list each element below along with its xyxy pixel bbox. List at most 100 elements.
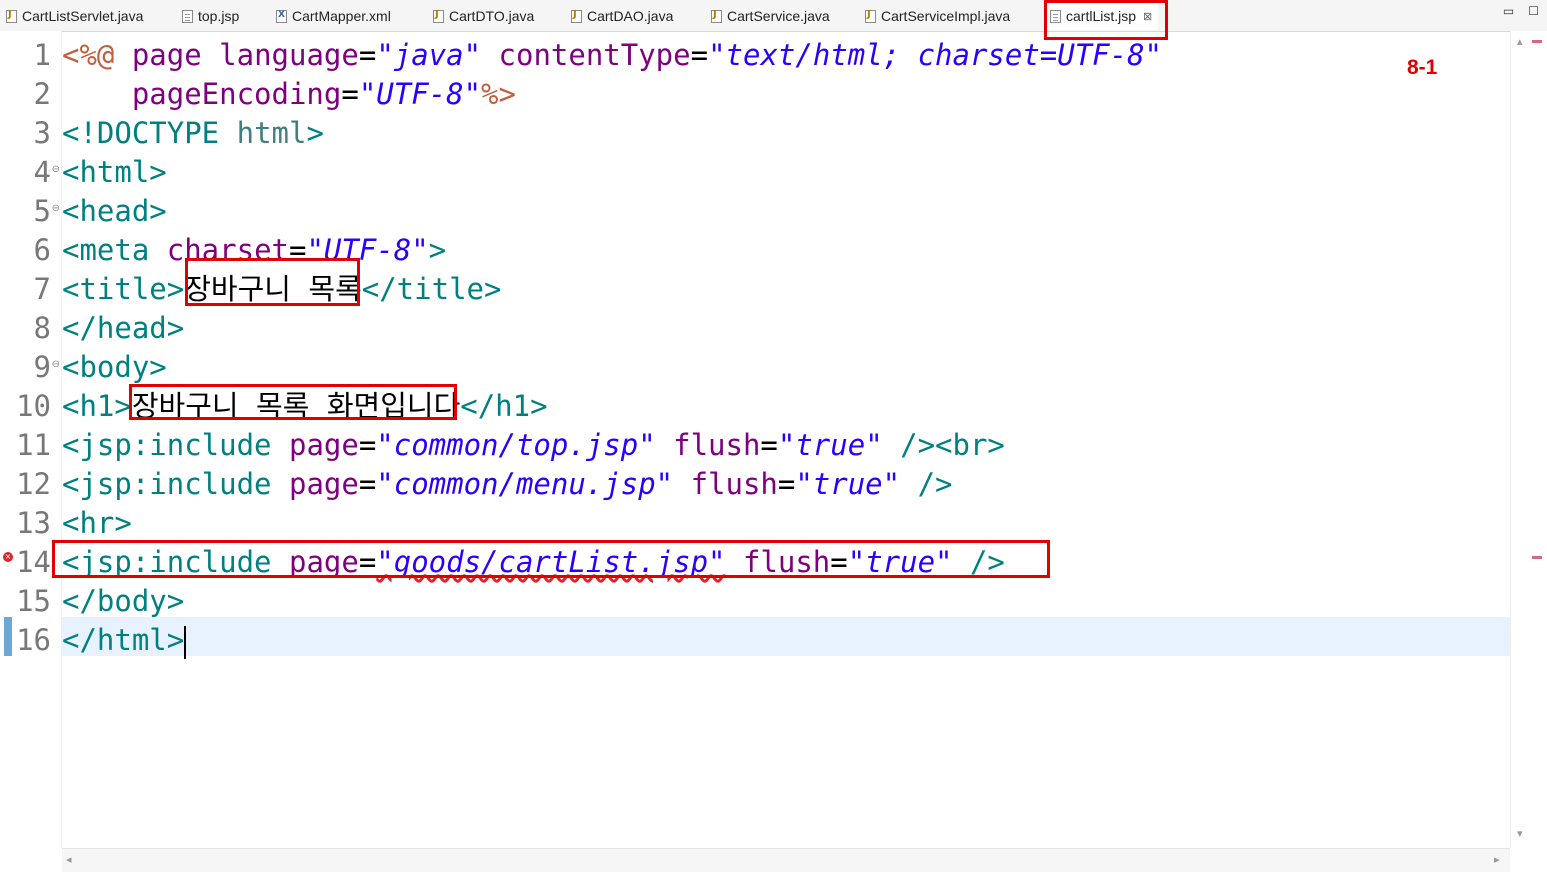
jsp-directive: %> <box>481 77 516 111</box>
code-token: page <box>288 467 359 501</box>
code-line-13: <hr> <box>62 504 132 543</box>
minimize-icon[interactable]: ▭ <box>1503 4 1514 18</box>
code-line-9: <body> <box>62 348 167 387</box>
code-token: <jsp:include <box>62 428 289 462</box>
line-number: 3 <box>33 116 51 150</box>
scroll-left-icon[interactable]: ◂ <box>66 853 72 866</box>
java-file-icon <box>711 9 722 23</box>
line-number: 12 <box>16 467 51 501</box>
window-buttons: ▭ ☐ <box>1503 4 1539 18</box>
vertical-scrollbar[interactable]: ▴ ▾ <box>1510 31 1547 848</box>
java-file-icon <box>6 9 17 23</box>
code-token: <!DOCTYPE <box>62 116 237 150</box>
code-line-11: <jsp:include page="common/top.jsp" flush… <box>62 426 1005 465</box>
tab-label: top.jsp <box>198 8 240 24</box>
code-token: language <box>219 38 359 72</box>
fold-toggle-icon[interactable]: ⊖ <box>52 203 60 214</box>
tab-label: CartServiceImpl.java <box>881 8 1011 24</box>
error-overview-marker[interactable] <box>1532 556 1542 559</box>
line-number: 4 <box>33 155 51 189</box>
line-number: 9 <box>33 350 51 384</box>
tab-cartlistservlet[interactable]: CartListServlet.java <box>6 2 143 30</box>
code-token: "common/menu.jsp" <box>376 467 674 501</box>
code-line-3: <!DOCTYPE html> <box>62 114 324 153</box>
code-token: </head> <box>62 311 185 345</box>
xml-file-icon <box>276 9 287 23</box>
code-token: <body> <box>62 350 167 384</box>
code-editor[interactable]: <%@ page language="java" contentType="te… <box>62 31 1510 848</box>
code-token: = <box>760 428 778 462</box>
code-token: "common/top.jsp" <box>376 428 656 462</box>
code-token: <title> <box>62 272 185 306</box>
java-file-icon <box>865 9 876 23</box>
code-token: "text/html; charset=UTF-8" <box>708 38 1163 72</box>
tab-cartdto[interactable]: CartDTO.java <box>433 2 534 30</box>
tab-top-jsp[interactable]: top.jsp <box>182 2 239 30</box>
highlight-box-title <box>185 258 360 306</box>
code-token: page <box>114 38 220 72</box>
code-token: html <box>236 116 307 150</box>
maximize-icon[interactable]: ☐ <box>1528 4 1539 18</box>
line-number: 11 <box>16 428 51 462</box>
code-token: </h1> <box>460 389 548 423</box>
tab-cartmapper[interactable]: CartMapper.xml <box>276 2 391 30</box>
code-token: = <box>777 467 796 501</box>
code-token: <html> <box>62 155 167 189</box>
code-token: "UTF-8" <box>358 77 482 111</box>
code-token: <hr> <box>62 506 132 540</box>
code-token: flush <box>655 428 761 462</box>
jsp-file-icon <box>182 9 193 23</box>
line-number: 14 <box>16 545 51 579</box>
text-caret <box>184 625 187 659</box>
line-number: 8 <box>33 311 51 345</box>
fold-toggle-icon[interactable]: ⊖ <box>52 164 60 175</box>
line-number: 5 <box>33 194 51 228</box>
overview-marker[interactable] <box>1532 40 1542 43</box>
code-line-12: <jsp:include page="common/menu.jsp" flus… <box>62 465 953 504</box>
code-token: <h1> <box>62 389 132 423</box>
current-line-marker <box>4 617 12 656</box>
highlight-box-heading <box>129 384 457 420</box>
error-marker-icon[interactable]: × <box>3 552 13 562</box>
code-token: = <box>358 467 377 501</box>
code-token: "java" <box>376 38 482 72</box>
code-token: "true" <box>777 428 883 462</box>
code-token: <jsp:include <box>62 467 289 501</box>
tab-label: CartMapper.xml <box>292 8 391 24</box>
tab-label: CartService.java <box>727 8 830 24</box>
code-token: > <box>306 116 324 150</box>
line-number: 16 <box>16 623 51 657</box>
highlight-box-tab <box>1044 0 1168 40</box>
annotation-label: 8-1 <box>1407 56 1438 79</box>
scroll-right-icon[interactable]: ▸ <box>1494 853 1500 866</box>
code-token: > <box>428 233 447 267</box>
code-line-5: <head> <box>62 192 167 231</box>
code-token: "true" <box>795 467 901 501</box>
tab-cartserviceimpl[interactable]: CartServiceImpl.java <box>865 2 1010 30</box>
fold-toggle-icon[interactable]: ⊖ <box>52 359 60 370</box>
line-number: 15 <box>16 584 51 618</box>
tab-cartdao[interactable]: CartDAO.java <box>571 2 673 30</box>
code-token: = <box>358 38 377 72</box>
code-line-15: </body> <box>62 582 184 621</box>
tab-cartservice[interactable]: CartService.java <box>711 2 830 30</box>
tab-label: CartDAO.java <box>587 8 674 24</box>
code-token: = <box>341 77 359 111</box>
tab-label: CartListServlet.java <box>22 8 144 24</box>
scroll-down-icon[interactable]: ▾ <box>1517 827 1523 840</box>
line-number: 6 <box>33 233 51 267</box>
tab-label: CartDTO.java <box>449 8 535 24</box>
code-token: = <box>358 428 377 462</box>
horizontal-scrollbar[interactable]: ◂ ▸ <box>62 848 1510 872</box>
editor-tab-bar: CartListServlet.java top.jsp CartMapper.… <box>0 0 1547 32</box>
code-token: contentType <box>481 38 691 72</box>
scroll-up-icon[interactable]: ▴ <box>1517 35 1523 48</box>
code-token: /> <box>900 467 953 501</box>
code-token: <meta <box>62 233 167 267</box>
code-line-4: <html> <box>62 153 167 192</box>
code-token: pageEncoding <box>62 77 342 111</box>
code-line-2: pageEncoding="UTF-8"%> <box>62 75 516 114</box>
code-line-1: <%@ page language="java" contentType="te… <box>62 36 1162 75</box>
code-token: </html> <box>62 623 185 657</box>
line-number: 13 <box>16 506 51 540</box>
